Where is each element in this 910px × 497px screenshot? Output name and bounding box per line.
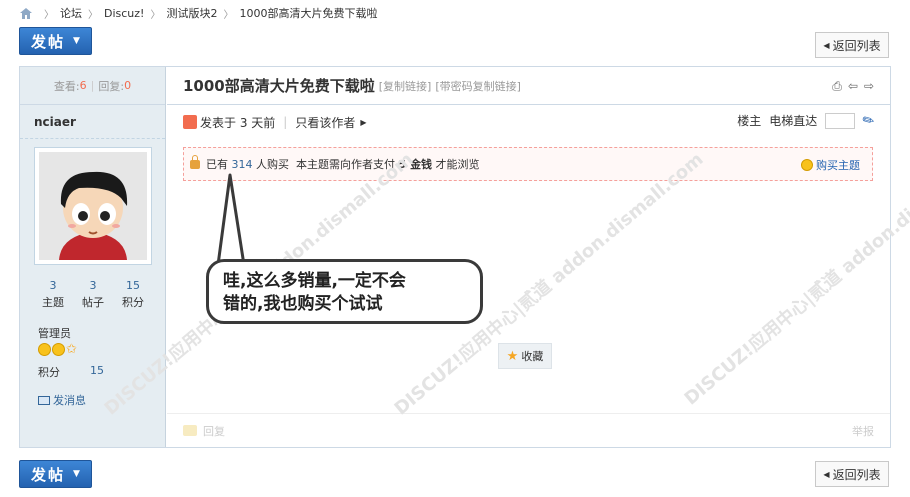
star-icon: ★	[506, 348, 519, 364]
stat-value: 3	[89, 279, 97, 292]
stat-value: 15	[126, 279, 140, 292]
chevron-left-icon: ◀	[823, 40, 830, 50]
breadcrumb-item-board[interactable]: 测试版块2	[166, 5, 217, 21]
chevron-down-icon: ▼	[73, 36, 80, 46]
online-user-icon	[183, 115, 197, 129]
stat-label: 主题	[42, 296, 64, 309]
breadcrumb-item-discuz[interactable]: Discuz!	[104, 7, 144, 20]
purchase-notice: 已有 314 人购买 本主题需向作者支付 5 金钱 才能浏览 购买主题	[183, 147, 873, 181]
post-button-label: 发帖	[31, 32, 66, 51]
post-frame: 查看: 6 | 回复: 0 nciaer 3 主题 3 帖子 15 积分 管理员…	[19, 66, 891, 448]
only-author-link[interactable]: 只看该作者	[295, 114, 355, 131]
mail-icon	[38, 395, 50, 405]
speech-bubble: 哇,这么多销量,一定不会 错的,我也购买个试试	[206, 259, 483, 324]
post-button-bottom[interactable]: 发帖 ▼	[19, 460, 92, 488]
previous-thread-icon[interactable]: ⇦	[848, 79, 858, 94]
chevron-left-icon: ◀	[823, 469, 830, 479]
replies-count: 0	[124, 79, 132, 92]
price: 5 金钱	[398, 158, 432, 171]
replies-label: 回复:	[98, 79, 125, 93]
avatar-image	[39, 152, 147, 260]
bubble-line-2: 错的,我也购买个试试	[223, 294, 383, 314]
post-footer: 回复 举报	[167, 413, 890, 447]
author-name[interactable]: nciaer	[20, 105, 165, 139]
credits-value: 15	[90, 364, 104, 377]
buy-thread-button[interactable]: 购买主题	[801, 157, 860, 173]
print-icon[interactable]: ⎙	[832, 79, 842, 94]
next-thread-icon[interactable]: ⇨	[864, 79, 874, 94]
divider: |	[90, 79, 95, 92]
post-button[interactable]: 发帖 ▼	[19, 27, 92, 55]
bubble-line-1: 哇,这么多销量,一定不会	[223, 271, 406, 291]
views-label: 查看:	[53, 79, 80, 93]
favorite-button[interactable]: ★ 收藏	[498, 343, 552, 369]
stat-label: 积分	[122, 296, 144, 309]
smiley-icon	[38, 343, 51, 356]
reply-icon	[183, 425, 197, 436]
buy-prefix: 已有	[206, 158, 228, 171]
breadcrumb-separator: 〉	[150, 9, 161, 21]
view-reply-counts: 查看: 6 | 回复: 0	[20, 67, 165, 105]
chevron-down-icon: ▼	[73, 469, 80, 479]
rank-icons: ✩	[38, 343, 77, 356]
title-row: 1000部高清大片免费下载啦 [复制链接] [带密码复制链接]	[167, 67, 890, 105]
author-stats: 3 主题 3 帖子 15 积分	[34, 279, 152, 310]
back-label: 返回列表	[832, 467, 881, 482]
breadcrumb-item-forum[interactable]: 论坛	[60, 5, 82, 21]
breadcrumb-separator: 〉	[88, 9, 98, 21]
post-meta: 发表于 3 天前 | 只看该作者 ▶ 楼主 电梯直达 ✎	[183, 111, 878, 132]
credits-label: 积分	[38, 366, 60, 379]
buyer-count[interactable]: 314	[232, 158, 253, 171]
views-count: 6	[79, 79, 87, 92]
copy-link[interactable]: [复制链接]	[379, 78, 432, 94]
back-to-list-button[interactable]: ◀ 返回列表	[815, 32, 889, 58]
stat-value: 3	[49, 279, 57, 292]
stat-credits[interactable]: 15 积分	[114, 279, 152, 310]
floor-nav: 楼主 电梯直达 ✎	[737, 111, 878, 131]
avatar[interactable]	[34, 147, 152, 265]
divider: |	[283, 115, 288, 129]
breadcrumb-item-thread[interactable]: 1000部高清大片免费下载啦	[239, 5, 377, 21]
author-sidebar: 查看: 6 | 回复: 0 nciaer 3 主题 3 帖子 15 积分 管理员…	[20, 67, 166, 447]
stat-label: 帖子	[82, 296, 104, 309]
smiley-icon	[52, 343, 65, 356]
star-icon: ✩	[66, 342, 77, 357]
notice-text-a: 本主题需向作者支付	[296, 158, 395, 171]
floor-label: 楼主	[737, 114, 762, 128]
copy-password-link[interactable]: [带密码复制链接]	[435, 78, 521, 94]
back-to-list-button-bottom[interactable]: ◀ 返回列表	[815, 461, 889, 487]
breadcrumb: 〉 论坛 〉 Discuz! 〉 测试版块2 〉 1000部高清大片免费下载啦	[20, 5, 377, 21]
credits-row: 积分 15	[38, 364, 104, 380]
notice-text-b: 才能浏览	[435, 158, 480, 171]
jump-label: 电梯直达	[769, 114, 818, 128]
send-message-label: 发消息	[53, 394, 86, 407]
breadcrumb-separator: 〉	[44, 9, 54, 21]
post-content: 1000部高清大片免费下载啦 [复制链接] [带密码复制链接] ⎙ ⇦ ⇨ 发表…	[167, 67, 890, 447]
thread-title: 1000部高清大片免费下载啦	[183, 77, 375, 95]
favorite-label: 收藏	[521, 350, 544, 363]
stat-threads[interactable]: 3 主题	[34, 279, 72, 310]
reply-link[interactable]: 回复	[203, 423, 225, 439]
go-icon[interactable]: ✎	[860, 111, 878, 131]
stat-posts[interactable]: 3 帖子	[74, 279, 112, 310]
floor-jump-input[interactable]	[825, 112, 856, 129]
buy-thread-label: 购买主题	[816, 159, 860, 172]
arrow-right-icon: ▶	[360, 117, 367, 127]
user-group[interactable]: 管理员	[38, 325, 71, 341]
lock-icon	[190, 154, 200, 169]
buy-suffix: 人购买	[256, 158, 289, 171]
send-message-link[interactable]: 发消息	[38, 392, 86, 408]
breadcrumb-separator: 〉	[223, 9, 234, 21]
report-link[interactable]: 举报	[852, 423, 874, 439]
post-button-label: 发帖	[31, 465, 66, 484]
back-label: 返回列表	[832, 38, 881, 53]
home-icon[interactable]	[20, 7, 32, 19]
coins-icon	[801, 159, 813, 171]
thread-tools: ⎙ ⇦ ⇨	[832, 79, 874, 94]
posted-time: 发表于 3 天前	[200, 115, 276, 130]
